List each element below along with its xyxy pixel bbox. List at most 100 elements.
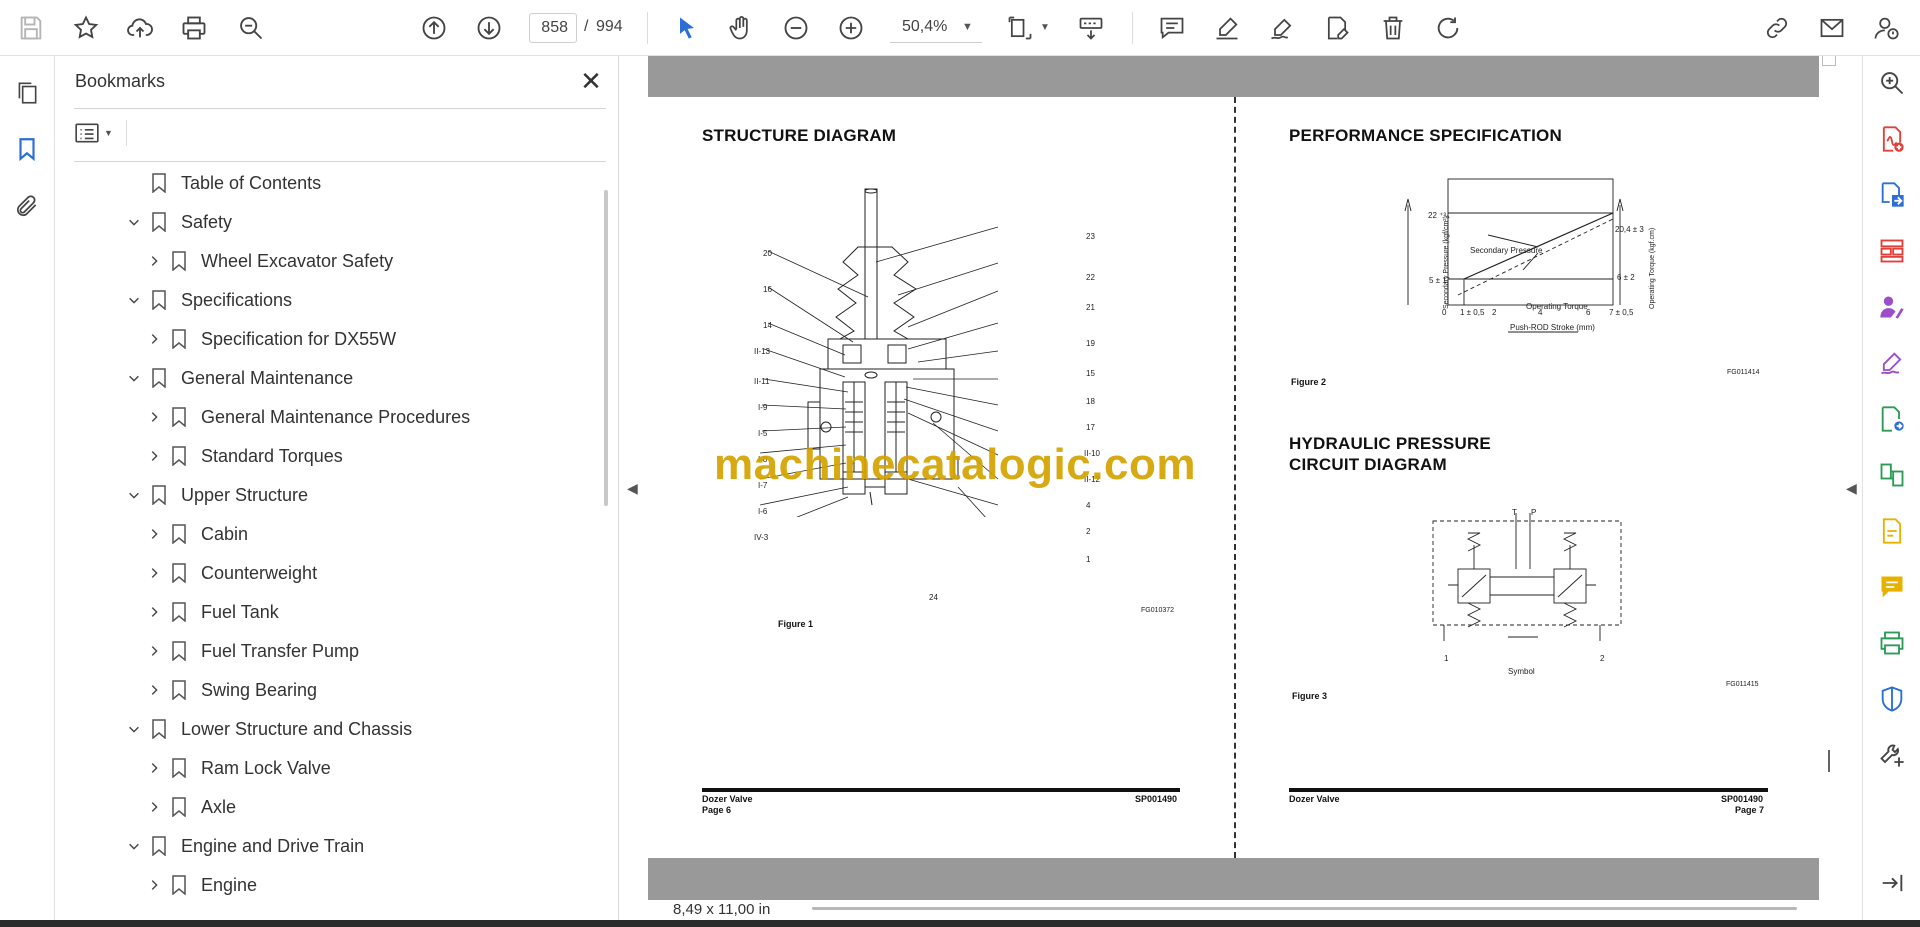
next-page-icon[interactable] bbox=[472, 11, 506, 45]
bookmark-item[interactable]: Wheel Excavator Safety bbox=[56, 245, 596, 277]
chevron-right-icon[interactable] bbox=[146, 331, 162, 347]
bookmark-item[interactable]: Engine and Drive Train bbox=[56, 830, 596, 862]
bookmark-icon bbox=[171, 563, 187, 584]
protect-icon[interactable] bbox=[1877, 684, 1907, 714]
save-icon[interactable] bbox=[14, 11, 48, 45]
chevron-right-icon[interactable] bbox=[146, 604, 162, 620]
sign-icon[interactable] bbox=[1265, 11, 1299, 45]
bookmarks-scrollbar[interactable] bbox=[604, 190, 608, 506]
horizontal-scrollbar[interactable] bbox=[812, 907, 1797, 910]
email-icon[interactable] bbox=[1815, 11, 1849, 45]
highlight-icon[interactable] bbox=[1210, 11, 1244, 45]
bookmark-star-icon[interactable] bbox=[69, 11, 103, 45]
more-tools-icon[interactable] bbox=[1877, 740, 1907, 770]
share-link-icon[interactable] bbox=[1760, 11, 1794, 45]
bookmark-item[interactable]: Specifications bbox=[56, 284, 596, 316]
divider bbox=[126, 120, 127, 146]
fill-sign-icon[interactable] bbox=[1877, 348, 1907, 378]
bookmark-options-button[interactable]: ▼ bbox=[74, 118, 118, 148]
bookmark-icon bbox=[171, 641, 187, 662]
comment-tool-icon[interactable] bbox=[1877, 572, 1907, 602]
organize-pages-icon[interactable] bbox=[1877, 236, 1907, 266]
collapse-left-panel-icon[interactable]: ◀ bbox=[627, 480, 638, 497]
scroll-mode-icon[interactable] bbox=[1074, 11, 1108, 45]
bookmark-item[interactable]: Fuel Tank bbox=[56, 596, 596, 628]
graph-tick: 6 bbox=[1586, 308, 1591, 317]
page-separator: / bbox=[584, 18, 589, 35]
close-icon[interactable]: ✕ bbox=[576, 66, 606, 96]
bookmark-item[interactable]: Table of Contents bbox=[56, 167, 596, 199]
export-pdf-icon[interactable] bbox=[1877, 180, 1907, 210]
attachments-icon[interactable] bbox=[12, 191, 42, 221]
upload-cloud-icon[interactable] bbox=[123, 11, 157, 45]
chevron-right-icon[interactable] bbox=[146, 877, 162, 893]
select-cursor-icon[interactable] bbox=[670, 11, 704, 45]
bookmark-item[interactable]: Counterweight bbox=[56, 557, 596, 589]
bookmark-item[interactable]: Specification for DX55W bbox=[56, 323, 596, 355]
chevron-down-icon[interactable] bbox=[126, 838, 142, 854]
collapse-rail-icon[interactable] bbox=[1877, 868, 1907, 898]
delete-icon[interactable] bbox=[1376, 11, 1410, 45]
rotate-icon[interactable] bbox=[1431, 11, 1465, 45]
collapse-right-panel-icon[interactable]: ◀ bbox=[1846, 480, 1857, 497]
export-to-icon[interactable] bbox=[1877, 404, 1907, 434]
callout-label: 24 bbox=[929, 593, 938, 602]
bookmark-item[interactable]: General Maintenance Procedures bbox=[56, 401, 596, 433]
chevron-right-icon[interactable] bbox=[146, 565, 162, 581]
bookmark-item[interactable]: Fuel Transfer Pump bbox=[56, 635, 596, 667]
bookmark-item[interactable]: General Maintenance bbox=[56, 362, 596, 394]
chevron-down-icon[interactable] bbox=[126, 721, 142, 737]
hand-icon[interactable] bbox=[724, 11, 758, 45]
chevron-down-icon[interactable] bbox=[126, 370, 142, 386]
chevron-down-icon[interactable] bbox=[126, 487, 142, 503]
print-production-icon[interactable] bbox=[1877, 628, 1907, 658]
previous-page-icon[interactable] bbox=[417, 11, 451, 45]
edit-pdf-icon[interactable] bbox=[1877, 516, 1907, 546]
request-signatures-icon[interactable] bbox=[1877, 292, 1907, 322]
chevron-right-icon[interactable] bbox=[146, 760, 162, 776]
chevron-down-icon[interactable] bbox=[126, 214, 142, 230]
fill-sign-icon[interactable] bbox=[1320, 11, 1354, 45]
comment-icon[interactable] bbox=[1155, 11, 1189, 45]
chevron-right-icon[interactable] bbox=[146, 409, 162, 425]
chevron-down-icon[interactable]: ▼ bbox=[962, 21, 973, 33]
status-bar bbox=[620, 900, 1862, 920]
bookmark-item[interactable]: Cabin bbox=[56, 518, 596, 550]
page-fit-icon[interactable] bbox=[1003, 11, 1037, 45]
scrollbar-arrow[interactable] bbox=[1822, 56, 1836, 66]
find-icon[interactable] bbox=[234, 11, 268, 45]
bookmark-item[interactable]: Ram Lock Valve bbox=[56, 752, 596, 784]
bookmark-item[interactable]: Lower Structure and Chassis bbox=[56, 713, 596, 745]
page-number-input[interactable]: 858 bbox=[529, 13, 577, 43]
pages-thumbnail-icon[interactable] bbox=[12, 78, 42, 108]
chevron-right-icon[interactable] bbox=[146, 799, 162, 815]
graph-tick: 1 ± 0,5 bbox=[1460, 308, 1485, 317]
chevron-down-icon[interactable] bbox=[126, 292, 142, 308]
chevron-right-icon[interactable] bbox=[146, 448, 162, 464]
bookmarks-icon[interactable] bbox=[12, 134, 42, 164]
bookmark-item[interactable]: Engine bbox=[56, 869, 596, 901]
bookmark-item[interactable]: Upper Structure bbox=[56, 479, 596, 511]
chevron-down-icon: ▼ bbox=[104, 128, 113, 138]
bookmark-item[interactable]: Standard Torques bbox=[56, 440, 596, 472]
bookmark-item[interactable]: Swing Bearing bbox=[56, 674, 596, 706]
divider bbox=[74, 161, 606, 162]
chevron-right-icon[interactable] bbox=[146, 526, 162, 542]
bookmark-icon bbox=[171, 446, 187, 467]
chevron-right-icon[interactable] bbox=[146, 253, 162, 269]
create-pdf-icon[interactable] bbox=[1877, 124, 1907, 154]
print-icon[interactable] bbox=[177, 11, 211, 45]
search-zoom-icon[interactable] bbox=[1877, 68, 1907, 98]
chevron-right-icon[interactable] bbox=[146, 643, 162, 659]
document-scrollbar[interactable] bbox=[1828, 750, 1830, 772]
bookmark-item[interactable]: Safety bbox=[56, 206, 596, 238]
chevron-right-icon[interactable] bbox=[146, 682, 162, 698]
bookmark-item[interactable]: Axle bbox=[56, 791, 596, 823]
circuit-diagram-heading-line2: CIRCUIT DIAGRAM bbox=[1289, 455, 1447, 474]
zoom-in-icon[interactable] bbox=[834, 11, 868, 45]
zoom-out-icon[interactable] bbox=[779, 11, 813, 45]
compare-files-icon[interactable] bbox=[1877, 460, 1907, 490]
chevron-down-icon[interactable]: ▼ bbox=[1040, 22, 1050, 33]
bookmark-icon bbox=[171, 329, 187, 350]
account-icon[interactable] bbox=[1869, 11, 1903, 45]
